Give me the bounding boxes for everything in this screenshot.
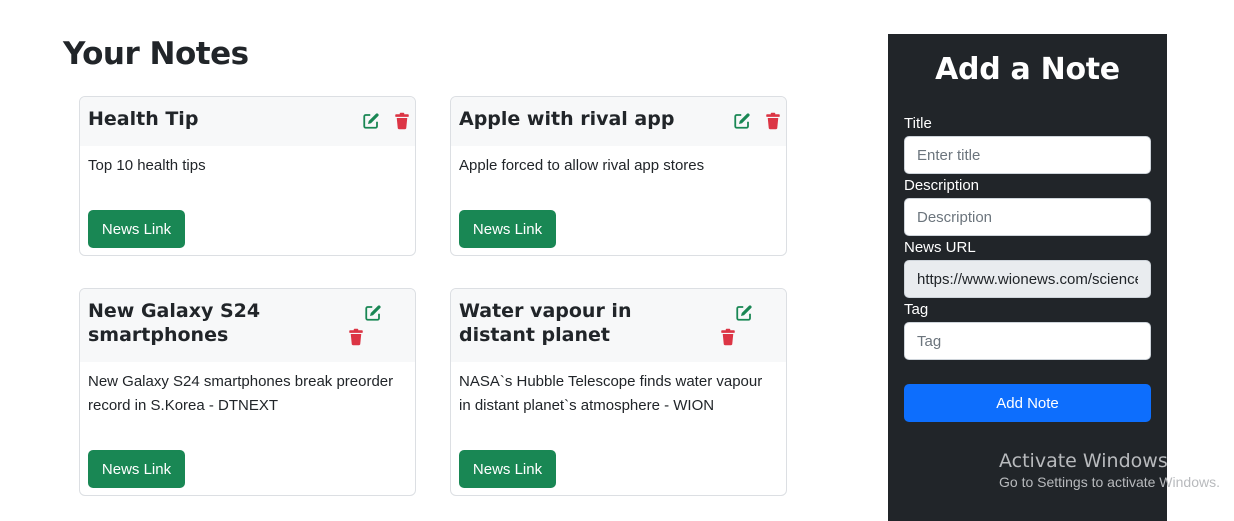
tag-input[interactable] [904,322,1151,360]
news-link-button[interactable]: News Link [459,210,556,248]
note-card-header: Water vapour in distant planet [451,289,786,362]
tag-label: Tag [904,301,929,318]
title-label: Title [904,115,932,132]
note-title: Health Tip [88,108,199,130]
trash-icon[interactable] [719,328,737,346]
edit-icon[interactable] [733,112,751,130]
description-label: Description [904,177,980,194]
news-url-label: News URL [904,239,976,256]
add-note-button[interactable]: Add Note [904,384,1151,422]
edit-icon[interactable] [362,112,380,130]
trash-icon[interactable] [764,112,782,130]
note-title: Water vapour in distant planet [459,300,632,346]
note-card: Health Tip Top 10 health tips News Link [79,96,416,256]
note-description: New Galaxy S24 smartphones break preorde… [88,373,394,414]
note-description: Top 10 health tips [88,157,206,174]
page: Your Notes Health Tip Top 10 health tips… [0,0,1234,521]
description-input[interactable] [904,198,1151,236]
edit-icon[interactable] [735,304,753,322]
note-card-header: Apple with rival app [451,97,786,146]
notes-heading: Your Notes [63,36,249,72]
note-card: Water vapour in distant planet NASA`s Hu… [450,288,787,496]
note-description: NASA`s Hubble Telescope finds water vapo… [459,373,763,414]
news-link-button[interactable]: News Link [88,450,185,488]
note-card: New Galaxy S24 smartphones New Galaxy S2… [79,288,416,496]
news-link-button[interactable]: News Link [88,210,185,248]
add-note-heading: Add a Note [935,52,1120,87]
trash-icon[interactable] [347,328,365,346]
news-link-button[interactable]: News Link [459,450,556,488]
edit-icon[interactable] [364,304,382,322]
note-description: Apple forced to allow rival app stores [459,157,705,174]
title-input[interactable] [904,136,1151,174]
note-card-header: New Galaxy S24 smartphones [80,289,415,362]
note-card-header: Health Tip [80,97,415,146]
note-title: New Galaxy S24 smartphones [88,300,261,346]
trash-icon[interactable] [393,112,411,130]
note-title: Apple with rival app [459,108,675,130]
note-card: Apple with rival app Apple forced to all… [450,96,787,256]
news-url-input[interactable] [904,260,1151,298]
add-note-panel: Add a Note Title Description News URL Ta… [888,34,1167,521]
